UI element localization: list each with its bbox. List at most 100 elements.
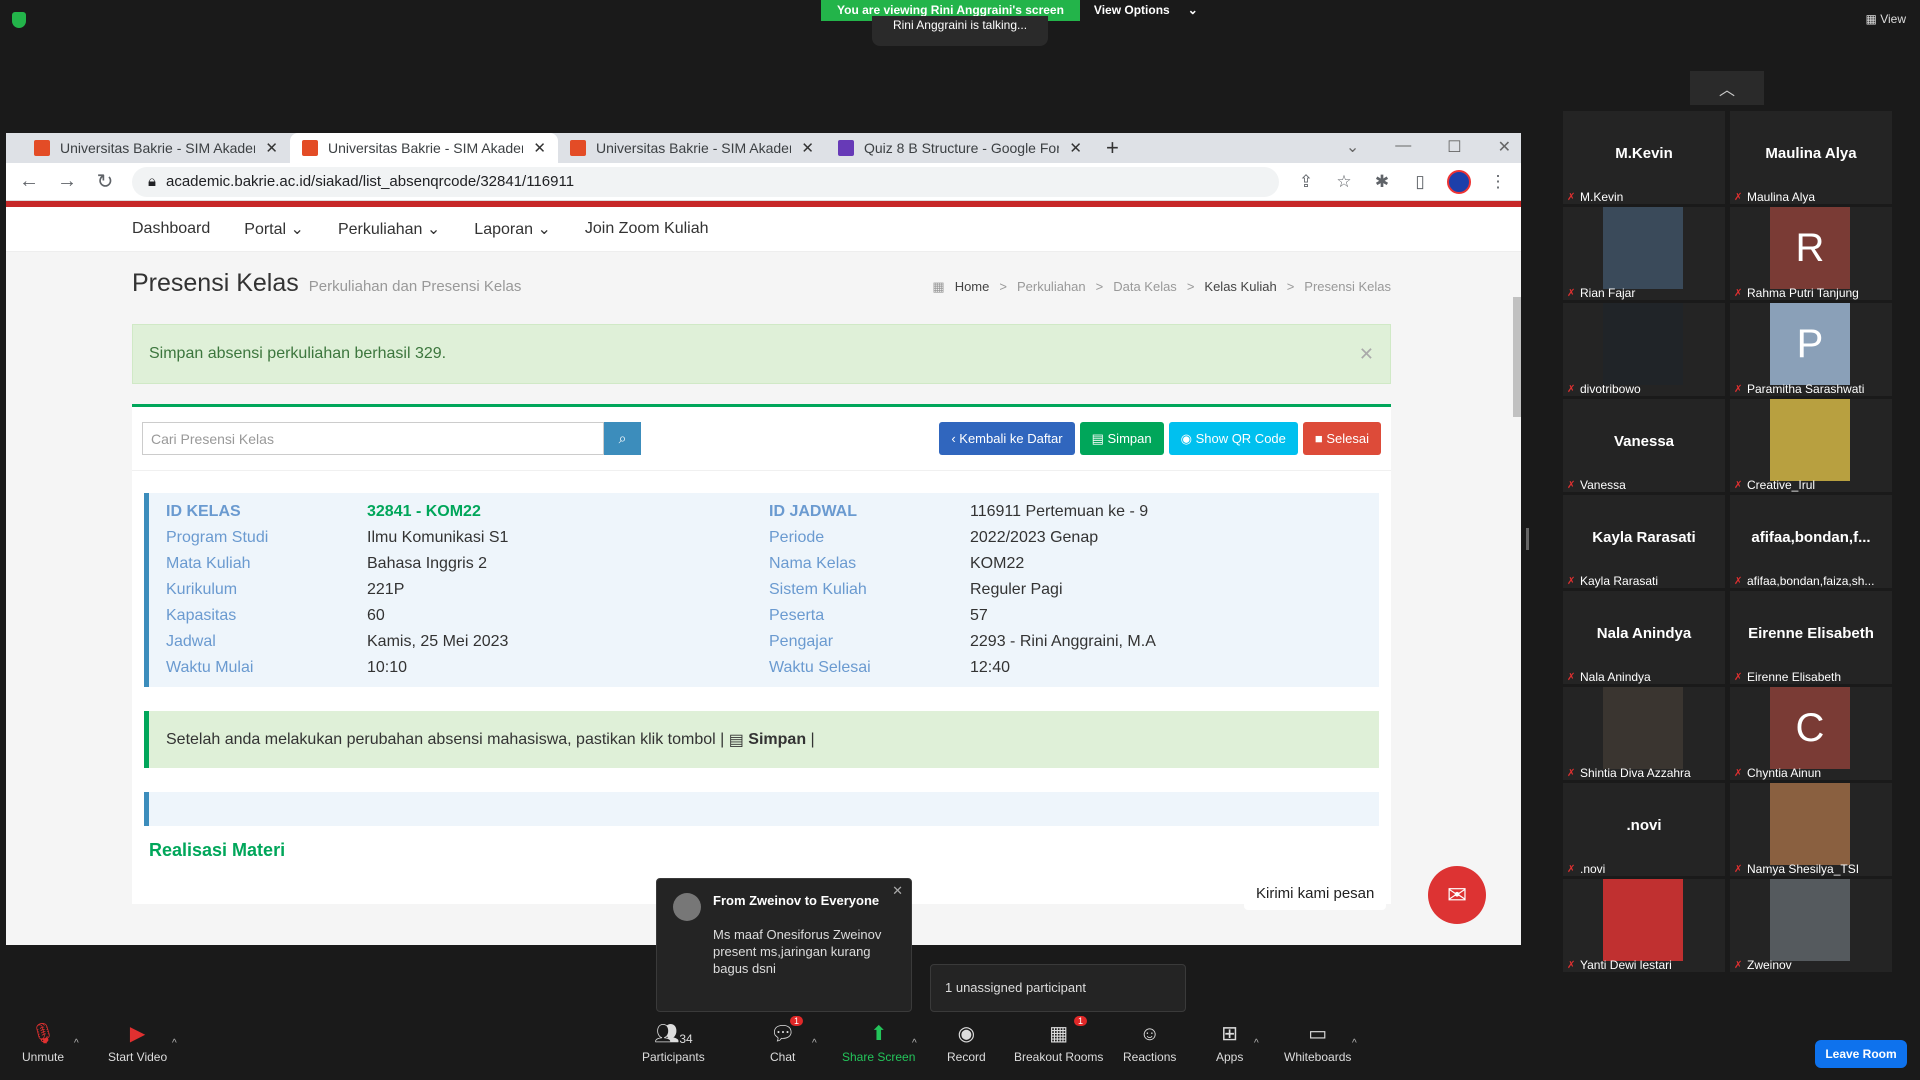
mic-muted-icon: ✗: [1734, 960, 1743, 971]
participant-tile[interactable]: ✗ divotribowo: [1563, 303, 1725, 396]
participant-tile[interactable]: ✗ Creative_Irul: [1730, 399, 1892, 492]
sidepanel-icon[interactable]: ▯: [1409, 172, 1431, 192]
close-icon[interactable]: ✕: [533, 139, 546, 157]
nav-portal[interactable]: Portal ⌄: [244, 219, 304, 239]
new-tab-button[interactable]: +: [1094, 133, 1131, 163]
info-label: Program Studi: [166, 529, 269, 546]
extensions-icon[interactable]: ✱: [1371, 172, 1393, 192]
reactions-button[interactable]: ☺ Reactions: [1123, 1018, 1176, 1064]
caret-up-icon[interactable]: ^: [172, 1038, 177, 1049]
browser-tab-active[interactable]: Universitas Bakrie - SIM Akadem ✕: [290, 133, 558, 163]
kirimi-pesan-label[interactable]: Kirimi kami pesan: [1244, 876, 1387, 910]
breadcrumb-kelas-kuliah[interactable]: Kelas Kuliah: [1204, 279, 1276, 295]
participants-button[interactable]: 👥︎ 34 Participants: [642, 1018, 705, 1064]
close-icon[interactable]: ✕: [265, 139, 278, 157]
participant-tile[interactable]: .novi ✗ .novi: [1563, 783, 1725, 876]
finish-button[interactable]: ■ Selesai: [1302, 422, 1381, 455]
presensi-box: Cari Presensi Kelas ⌕ ‹ Kembali ke Dafta…: [132, 404, 1391, 904]
participant-display-name: afifaa,bondan,f...: [1751, 529, 1871, 546]
share-screen-button[interactable]: ⬆︎ Share Screen: [842, 1018, 915, 1064]
security-shield-icon[interactable]: [12, 12, 26, 28]
browser-tab[interactable]: Quiz 8 B Structure - Google Form ✕: [826, 133, 1094, 163]
browser-tab[interactable]: Universitas Bakrie - SIM Akadem ✕: [558, 133, 826, 163]
caret-up-icon[interactable]: ^: [912, 1038, 917, 1049]
star-icon[interactable]: ☆: [1333, 172, 1355, 192]
shared-browser-window: Universitas Bakrie - SIM Akadem ✕ Univers…: [6, 133, 1521, 945]
start-video-button[interactable]: ▶︎ Start Video: [108, 1018, 167, 1064]
unassigned-participant-notice[interactable]: 1 unassigned participant: [930, 964, 1186, 1012]
leave-room-button[interactable]: Leave Room: [1815, 1040, 1907, 1068]
tab-title: Universitas Bakrie - SIM Akadem: [596, 140, 792, 156]
participant-name-row: ✗ divotribowo: [1567, 382, 1717, 396]
participant-tile[interactable]: Vanessa ✗ Vanessa: [1563, 399, 1725, 492]
tab-title: Universitas Bakrie - SIM Akadem: [60, 140, 256, 156]
nav-laporan[interactable]: Laporan ⌄: [474, 219, 551, 239]
whiteboards-button[interactable]: ▭ Whiteboards: [1284, 1018, 1351, 1064]
participant-tile[interactable]: ✗ Yanti Dewi lestari: [1563, 879, 1725, 972]
info-label: Periode: [769, 529, 825, 546]
search-button[interactable]: ⌕: [604, 422, 641, 455]
unmute-button[interactable]: 🎙︎ Unmute: [22, 1018, 64, 1064]
participant-tile[interactable]: ✗ Zweinov: [1730, 879, 1892, 972]
menu-icon[interactable]: ⋮: [1487, 172, 1509, 192]
nav-dashboard[interactable]: Dashboard: [132, 220, 210, 238]
participant-tile[interactable]: P ✗ Paramitha Sarashwati: [1730, 303, 1892, 396]
collapse-gallery-button[interactable]: ︿: [1690, 71, 1764, 105]
chat-widget-button[interactable]: ✉: [1428, 866, 1486, 924]
back-to-list-button[interactable]: ‹ Kembali ke Daftar: [939, 422, 1075, 455]
url-bar[interactable]: 🔒︎ academic.bakrie.ac.id/siakad/list_abse…: [132, 166, 1279, 197]
forms-icon: [838, 140, 854, 156]
participant-gallery: M.Kevin ✗ M.Kevin Maulina Alya ✗ Maulina Alya…: [1563, 111, 1892, 972]
participant-tile[interactable]: M.Kevin ✗ M.Kevin: [1563, 111, 1725, 204]
participant-name-row: ✗ Eirenne Elisabeth: [1734, 670, 1884, 684]
caret-up-icon[interactable]: ^: [1352, 1038, 1357, 1049]
show-qr-button[interactable]: ◉ Show QR Code: [1168, 422, 1298, 455]
save-button[interactable]: ▤ Simpan: [1079, 422, 1164, 455]
page-scrollbar[interactable]: [1513, 297, 1521, 417]
breadcrumb-perkuliahan[interactable]: Perkuliahan: [1017, 279, 1086, 295]
nav-perkuliahan[interactable]: Perkuliahan ⌄: [338, 219, 440, 239]
close-icon[interactable]: ✕: [1069, 139, 1082, 157]
maximize-icon[interactable]: ☐: [1447, 137, 1461, 157]
caret-up-icon[interactable]: ^: [74, 1038, 79, 1049]
share-icon[interactable]: ⇪: [1295, 172, 1317, 192]
back-icon[interactable]: ←: [18, 170, 40, 193]
video-thumbnail: [1770, 399, 1850, 481]
close-icon[interactable]: ✕: [892, 883, 903, 899]
nav-join-zoom[interactable]: Join Zoom Kuliah: [585, 220, 709, 238]
participant-tile[interactable]: R ✗ Rahma Putri Tanjung: [1730, 207, 1892, 300]
participant-tile[interactable]: Nala Anindya ✗ Nala Anindya: [1563, 591, 1725, 684]
participant-tile[interactable]: C ✗ Chyntia Ainun: [1730, 687, 1892, 780]
participant-tile[interactable]: ✗ Shintia Diva Azzahra: [1563, 687, 1725, 780]
notice-text: Setelah anda melakukan perubahan absensi…: [166, 730, 725, 748]
participant-tile[interactable]: afifaa,bondan,f... ✗ afifaa,bondan,faiza,s…: [1730, 495, 1892, 588]
participant-name-row: ✗ Zweinov: [1734, 958, 1884, 972]
reload-icon[interactable]: ↻: [94, 169, 116, 194]
caret-up-icon[interactable]: ^: [1254, 1038, 1259, 1049]
close-window-icon[interactable]: ✕: [1498, 137, 1511, 157]
breadcrumb-data-kelas[interactable]: Data Kelas: [1113, 279, 1177, 295]
close-icon[interactable]: ✕: [1359, 344, 1374, 365]
participant-tile[interactable]: Kayla Rarasati ✗ Kayla Rarasati: [1563, 495, 1725, 588]
participant-tile[interactable]: Maulina Alya ✗ Maulina Alya: [1730, 111, 1892, 204]
resize-handle[interactable]: [1526, 528, 1529, 550]
view-button[interactable]: ▦ View: [1866, 12, 1906, 26]
search-input[interactable]: Cari Presensi Kelas: [142, 422, 604, 455]
participant-tile[interactable]: ✗ Rian Fajar: [1563, 207, 1725, 300]
chevron-down-icon[interactable]: ⌄: [1346, 137, 1359, 157]
record-button[interactable]: ◉ Record: [947, 1018, 986, 1064]
view-options-button[interactable]: View Options ⌄: [1079, 0, 1212, 21]
breadcrumb-home[interactable]: Home: [955, 279, 990, 295]
profile-avatar[interactable]: [1447, 169, 1471, 194]
forward-icon[interactable]: →: [56, 170, 78, 193]
minimize-icon[interactable]: —: [1395, 137, 1411, 157]
caret-up-icon[interactable]: ^: [812, 1038, 817, 1049]
chat-popup[interactable]: From Zweinov to Everyone Ms maaf Onesifo…: [656, 878, 912, 1012]
close-icon[interactable]: ✕: [801, 139, 814, 157]
participant-tile[interactable]: ✗ Namya Shesilya_TSI: [1730, 783, 1892, 876]
apps-button[interactable]: ⊞ Apps: [1216, 1018, 1243, 1064]
chat-button[interactable]: 💬︎ 1 Chat: [770, 1016, 804, 1064]
breakout-rooms-button[interactable]: ▦ 1 Breakout Rooms: [1014, 1016, 1103, 1064]
participant-tile[interactable]: Eirenne Elisabeth ✗ Eirenne Elisabeth: [1730, 591, 1892, 684]
browser-tab[interactable]: Universitas Bakrie - SIM Akadem ✕: [22, 133, 290, 163]
